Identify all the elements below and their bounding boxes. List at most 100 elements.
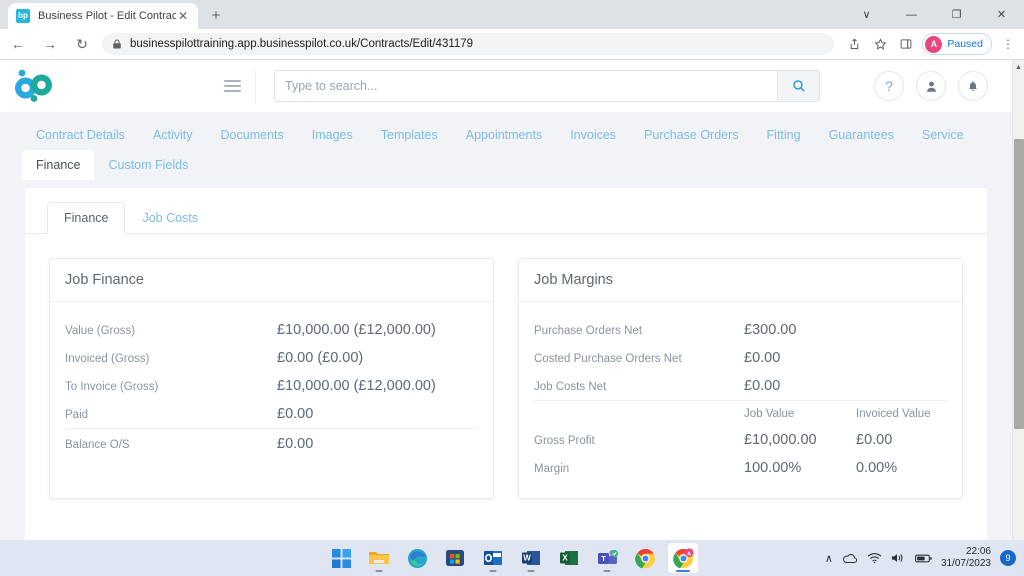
forward-icon[interactable]: → [36, 30, 64, 58]
volume-icon[interactable] [891, 552, 906, 564]
teams-icon[interactable]: T [592, 543, 622, 573]
job-margins-table: Purchase Orders Net £300.00 Costed Purch… [534, 316, 947, 482]
table-row: Costed Purchase Orders Net £0.00 [534, 344, 947, 372]
start-button[interactable] [326, 543, 356, 573]
nav-tab-finance[interactable]: Finance [22, 150, 95, 180]
nav-tab-documents[interactable]: Documents [207, 120, 298, 150]
browser-menu-icon[interactable]: ⋮ [996, 32, 1020, 56]
scroll-up-icon[interactable]: ▲ [1013, 60, 1024, 74]
outlook-icon[interactable] [478, 543, 508, 573]
nav-tab-activity[interactable]: Activity [139, 120, 207, 150]
help-button[interactable]: ? [874, 71, 904, 101]
row-label: To Invoice (Gross) [65, 381, 159, 393]
system-tray: ∧ 22:06 31/07/2023 9 [825, 546, 1016, 570]
maximize-icon[interactable]: ❐ [934, 0, 979, 29]
svg-text:W: W [523, 554, 531, 563]
clock-time: 22:06 [965, 546, 991, 557]
search-input[interactable] [275, 71, 777, 101]
row-value: £0.00 [744, 378, 781, 394]
minimize-icon[interactable]: — [889, 0, 934, 29]
tray-chevron-up-icon[interactable]: ∧ [825, 552, 833, 565]
table-row: Margin 100.00% 0.00% [534, 454, 947, 482]
nav-tab-contract-details[interactable]: Contract Details [22, 120, 139, 150]
row-label: Margin [534, 462, 570, 475]
column-header-job-value: Job Value [744, 407, 795, 420]
notification-badge[interactable]: 9 [1000, 550, 1016, 566]
close-icon[interactable]: ✕ [176, 9, 190, 23]
job-margins-card: Job Margins Purchase Orders Net £300.00 … [518, 258, 963, 499]
browser-tab[interactable]: bp Business Pilot - Edit Contract ✕ [8, 3, 198, 29]
row-value: £10,000.00 (£12,000.00) [277, 378, 436, 394]
bookmark-star-icon[interactable] [868, 32, 892, 56]
table-row-total: Balance O/S £0.00 [65, 430, 478, 458]
table-row: Purchase Orders Net £300.00 [534, 316, 947, 344]
nav-tab-custom-fields[interactable]: Custom Fields [94, 150, 202, 180]
page-scrollbar[interactable]: ▲ [1012, 60, 1024, 540]
row-value: £0.00 (£0.00) [277, 350, 364, 366]
page-viewport: ? Contract Details Activity Documents [0, 60, 1024, 540]
edge-icon[interactable] [402, 543, 432, 573]
nav-tab-invoices[interactable]: Invoices [556, 120, 630, 150]
tab-favicon: bp [16, 9, 30, 23]
row-value: £0.00 [744, 350, 781, 366]
margins-column-headers: Job Value Invoiced Value [534, 402, 947, 426]
user-icon [926, 81, 936, 92]
tab-title: Business Pilot - Edit Contract [38, 10, 176, 22]
row-invoiced-value: £0.00 [856, 431, 893, 448]
column-header-invoiced-value: Invoiced Value [856, 407, 931, 420]
taskbar-clock[interactable]: 22:06 31/07/2023 [941, 546, 991, 570]
back-icon[interactable]: ← [4, 30, 32, 58]
address-bar-url: businesspilottraining.app.businesspilot.… [130, 38, 474, 50]
microsoft-store-icon[interactable] [440, 543, 470, 573]
nav-tab-fitting[interactable]: Fitting [753, 120, 815, 150]
notifications-button[interactable] [958, 71, 988, 101]
nav-tab-appointments[interactable]: Appointments [452, 120, 556, 150]
onedrive-icon[interactable] [842, 553, 858, 564]
chrome-active-icon[interactable]: A [668, 543, 698, 573]
job-finance-title: Job Finance [50, 259, 493, 302]
nav-tab-service[interactable]: Service [908, 120, 978, 150]
excel-icon[interactable]: X [554, 543, 584, 573]
word-icon[interactable]: W [516, 543, 546, 573]
table-row: Gross Profit £10,000.00 £0.00 [534, 426, 947, 454]
chrome-icon[interactable] [630, 543, 660, 573]
global-search[interactable] [274, 70, 820, 102]
account-button[interactable] [916, 71, 946, 101]
nav-tab-images[interactable]: Images [298, 120, 367, 150]
table-row: Job Costs Net £0.00 [534, 372, 947, 401]
scrollbar-thumb[interactable] [1014, 139, 1024, 429]
battery-icon[interactable] [914, 553, 932, 564]
sub-tab-job-costs[interactable]: Job Costs [125, 202, 215, 234]
share-icon[interactable] [842, 32, 866, 56]
bp-logo-icon [15, 69, 52, 102]
address-bar[interactable]: businesspilottraining.app.businesspilot.… [102, 33, 835, 55]
app-logo[interactable] [0, 69, 210, 103]
new-tab-button[interactable]: + [206, 6, 226, 26]
nav-tab-purchase-orders[interactable]: Purchase Orders [630, 120, 752, 150]
profile-button[interactable]: A Paused [922, 33, 992, 55]
app-header: ? [0, 60, 1012, 112]
chevron-down-icon[interactable]: ∨ [844, 0, 889, 29]
running-indicator [375, 570, 383, 572]
nav-tab-guarantees[interactable]: Guarantees [815, 120, 908, 150]
bell-icon [969, 80, 977, 91]
menu-toggle-button[interactable] [210, 69, 256, 103]
window-close-icon[interactable]: ✕ [979, 0, 1024, 29]
avatar: A [925, 35, 943, 53]
wifi-icon[interactable] [867, 552, 882, 564]
svg-text:A: A [687, 551, 691, 557]
side-panel-icon[interactable] [894, 32, 918, 56]
toolbar-icons: A Paused ⋮ [842, 32, 1024, 56]
svg-text:X: X [562, 554, 568, 563]
row-value: £300.00 [744, 322, 797, 338]
running-indicator [676, 570, 690, 572]
file-explorer-icon[interactable] [364, 543, 394, 573]
row-label: Balance O/S [65, 438, 130, 451]
row-job-value: 100.00% [744, 459, 802, 476]
reload-icon[interactable]: ↻ [68, 30, 96, 58]
search-button[interactable] [777, 71, 819, 101]
nav-tab-templates[interactable]: Templates [367, 120, 452, 150]
sub-tab-finance[interactable]: Finance [47, 202, 126, 234]
table-row: To Invoice (Gross) £10,000.00 (£12,000.0… [65, 372, 478, 400]
row-value: £0.00 [277, 435, 314, 452]
